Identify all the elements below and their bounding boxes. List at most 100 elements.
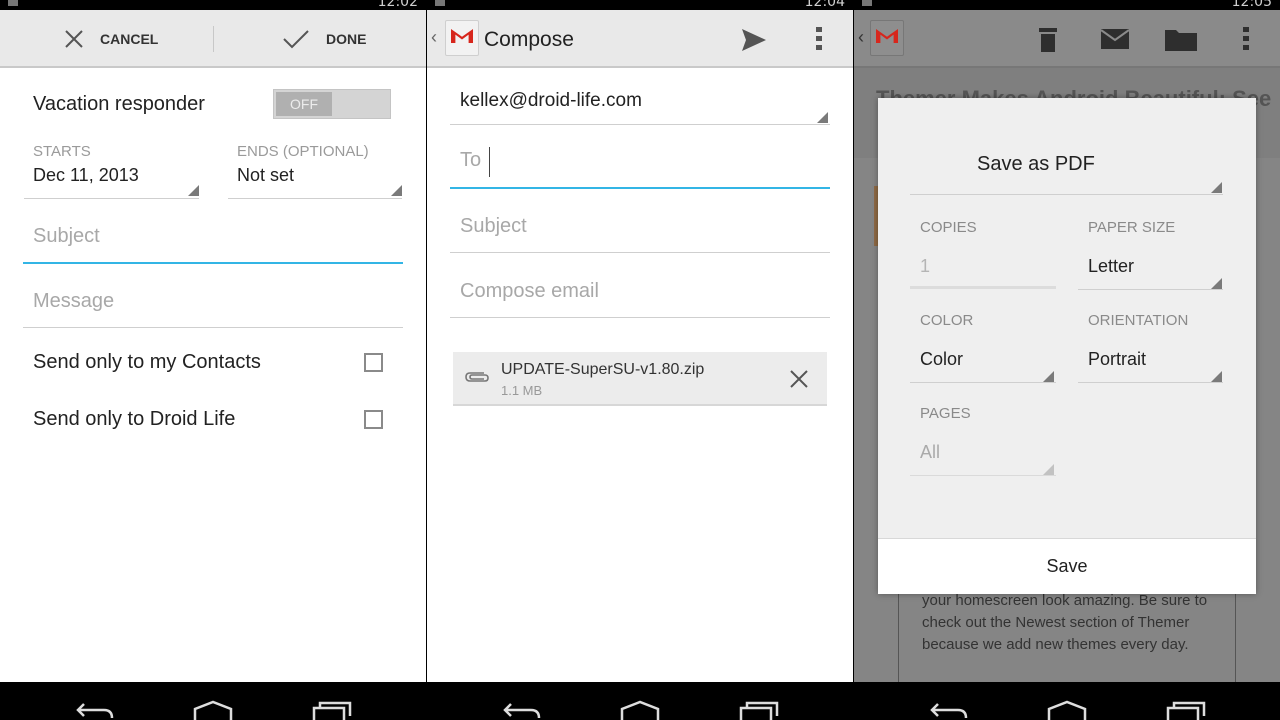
color-underline <box>910 382 1056 383</box>
home-icon[interactable] <box>1046 700 1088 720</box>
email-body-text: your homescreen look amazing. Be sure to… <box>922 592 1208 653</box>
signal-icon <box>862 0 872 6</box>
dropdown-arrow-icon <box>391 185 402 196</box>
save-label: Save <box>1046 556 1088 576</box>
message-input[interactable]: Message <box>33 290 114 313</box>
color-spinner[interactable]: Color <box>920 349 963 370</box>
status-bar: 12:04 <box>427 0 853 10</box>
compose-screen: 12:04 ‹ Compose kellex@droid-life.com To… <box>427 0 853 720</box>
copies-label: COPIES <box>920 219 977 236</box>
overflow-menu-icon[interactable] <box>815 26 823 52</box>
dropdown-arrow-icon <box>1043 464 1054 475</box>
from-underline <box>450 124 830 125</box>
ends-label: ENDS (OPTIONAL) <box>237 143 369 160</box>
copies-underline <box>910 286 1056 289</box>
action-bar: ‹ <box>854 10 1280 68</box>
copies-input[interactable]: 1 <box>920 256 930 277</box>
orientation-spinner[interactable]: Portrait <box>1088 349 1146 370</box>
pages-label: PAGES <box>920 405 971 422</box>
vacation-responder-label: Vacation responder <box>33 93 205 115</box>
subject-underline-focused <box>23 262 403 264</box>
remove-attachment-icon[interactable] <box>789 369 809 389</box>
ends-date-spinner[interactable]: Not set <box>237 165 294 186</box>
paper-size-spinner[interactable]: Letter <box>1088 256 1134 277</box>
orientation-label: ORIENTATION <box>1088 312 1189 329</box>
paper-size-label: PAPER SIZE <box>1088 219 1176 236</box>
navigation-bar <box>854 682 1280 720</box>
gmail-logo <box>445 20 479 56</box>
archive-icon[interactable] <box>1100 28 1130 50</box>
paper-size-underline <box>1078 289 1223 290</box>
status-time: 12:04 <box>804 0 845 10</box>
subject-input[interactable]: Subject <box>33 225 100 248</box>
save-button[interactable]: Save <box>878 538 1256 594</box>
send-icon[interactable] <box>741 28 767 52</box>
dropdown-arrow-icon <box>188 185 199 196</box>
dropdown-arrow-icon <box>1043 371 1054 382</box>
navigation-bar <box>0 682 426 720</box>
starts-label: STARTS <box>33 143 91 160</box>
chevron-left-icon[interactable]: ‹ <box>858 27 864 48</box>
navigation-bar <box>427 682 853 720</box>
close-icon <box>65 30 83 48</box>
compose-underline <box>450 317 830 318</box>
recents-icon[interactable] <box>1166 700 1208 720</box>
home-icon[interactable] <box>192 700 234 720</box>
back-icon[interactable] <box>501 700 543 720</box>
dropdown-arrow-icon <box>817 112 828 123</box>
pages-spinner[interactable]: All <box>920 442 940 463</box>
compose-email-input[interactable]: Compose email <box>460 280 599 303</box>
vacation-responder-screen: 12:02 CANCEL DONE Vacation responder OFF… <box>0 0 426 720</box>
status-bar: 12:02 <box>0 0 426 10</box>
pages-underline <box>910 475 1056 476</box>
signal-icon <box>435 0 445 6</box>
to-underline-focused <box>450 187 830 189</box>
gmail-logo[interactable] <box>870 20 904 56</box>
attachment-chip[interactable]: UPDATE-SuperSU-v1.80.zip 1.1 MB <box>453 352 827 406</box>
droid-life-only-label: Send only to Droid Life <box>33 408 236 430</box>
cancel-button[interactable]: CANCEL <box>64 10 158 68</box>
contacts-only-checkbox[interactable] <box>364 353 383 372</box>
back-icon[interactable] <box>928 700 970 720</box>
print-dialog: Save as PDF COPIES 1 PAPER SIZE Letter C… <box>878 98 1256 594</box>
paperclip-icon <box>465 372 489 382</box>
ends-underline <box>228 198 402 199</box>
status-bar: 12:05 <box>854 0 1280 10</box>
subject-underline <box>450 252 830 253</box>
orientation-underline <box>1078 382 1223 383</box>
from-account-spinner[interactable]: kellex@droid-life.com <box>460 90 642 112</box>
cancel-label: CANCEL <box>100 31 159 47</box>
starts-underline <box>24 198 199 199</box>
dropdown-arrow-icon <box>1211 278 1222 289</box>
printer-spinner[interactable]: Save as PDF <box>977 153 1095 176</box>
checkmark-icon <box>283 30 309 49</box>
text-cursor <box>489 147 490 177</box>
recents-icon[interactable] <box>312 700 354 720</box>
compose-title: Compose <box>484 28 574 51</box>
vacation-toggle[interactable]: OFF <box>273 89 391 119</box>
move-to-folder-icon[interactable] <box>1164 26 1198 52</box>
back-icon[interactable] <box>74 700 116 720</box>
signal-icon <box>8 0 18 6</box>
starts-date-spinner[interactable]: Dec 11, 2013 <box>33 165 139 186</box>
done-button[interactable]: DONE <box>282 10 366 68</box>
color-label: COLOR <box>920 312 974 329</box>
done-label: DONE <box>326 31 367 47</box>
print-dialog-screen: 12:05 ‹ Themer Makes Android Beautiful: … <box>854 0 1280 720</box>
to-input[interactable]: To <box>460 149 481 172</box>
delete-icon[interactable] <box>1038 25 1058 53</box>
message-underline <box>23 327 403 328</box>
home-icon[interactable] <box>619 700 661 720</box>
dropdown-arrow-icon <box>1211 182 1222 193</box>
status-time: 12:05 <box>1231 0 1272 10</box>
attachment-name: UPDATE-SuperSU-v1.80.zip <box>501 361 705 378</box>
up-navigation[interactable]: ‹ Compose <box>431 10 581 68</box>
action-bar: ‹ Compose <box>427 10 853 68</box>
toggle-knob: OFF <box>276 92 332 116</box>
dropdown-arrow-icon <box>1211 371 1222 382</box>
subject-input[interactable]: Subject <box>460 215 527 238</box>
droid-life-only-checkbox[interactable] <box>364 410 383 429</box>
overflow-menu-icon[interactable] <box>1242 26 1250 52</box>
recents-icon[interactable] <box>739 700 781 720</box>
divider <box>213 26 214 52</box>
